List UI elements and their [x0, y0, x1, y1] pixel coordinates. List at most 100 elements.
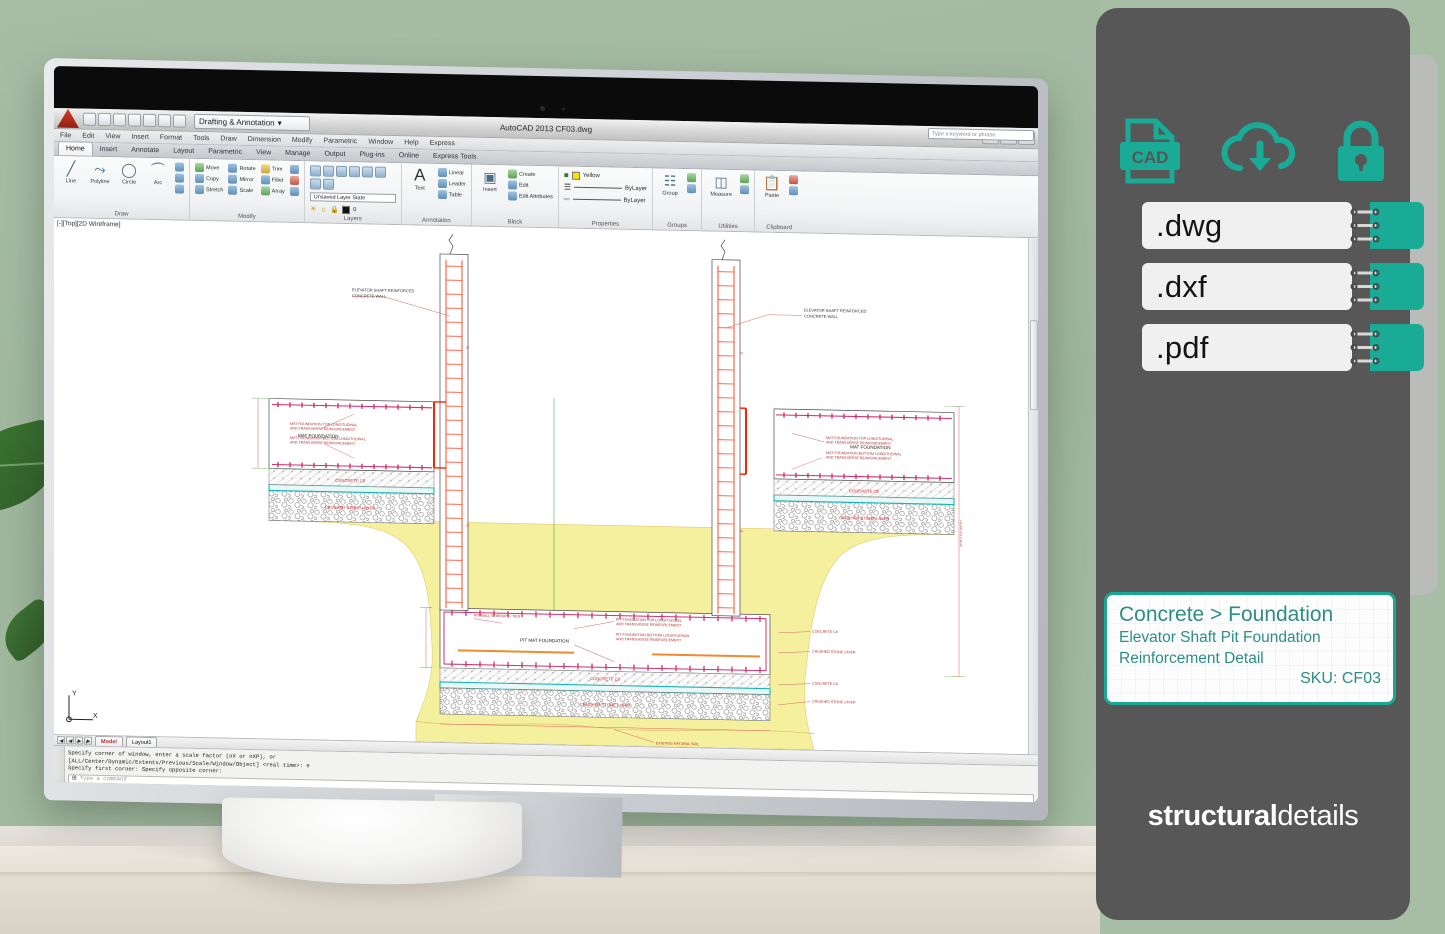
current-layer-row[interactable]: ☀ ☼ 🔒 0 [310, 204, 396, 215]
menu-file[interactable]: File [60, 132, 71, 139]
format-tag-dxf-plate[interactable]: .dxf [1142, 263, 1352, 310]
save-as-icon[interactable] [128, 113, 141, 127]
tab-insert[interactable]: Insert [93, 143, 125, 157]
menu-dimension[interactable]: Dimension [248, 135, 281, 143]
menu-insert[interactable]: Insert [131, 133, 149, 140]
block-edit-button[interactable]: Edit [507, 180, 553, 190]
modify-rotate-button[interactable]: Rotate [228, 163, 256, 174]
viewport-vertical-scrollbar[interactable] [1028, 238, 1038, 755]
layout-tab-layout1[interactable]: Layout1 [125, 736, 158, 748]
block-create-button[interactable]: Create [507, 169, 553, 179]
workspace-selector[interactable]: Drafting & Annotation ▾ [194, 113, 310, 131]
tab-output[interactable]: Output [317, 147, 352, 161]
menu-modify[interactable]: Modify [292, 136, 313, 143]
format-tag-dxf[interactable]: .dxf [1142, 263, 1445, 310]
property-linetype-row[interactable]: ☰ ByLayer [564, 183, 647, 194]
id-point-button[interactable] [740, 185, 750, 195]
annotation-text-button[interactable]: A Text [407, 165, 433, 192]
modify-fillet-button[interactable]: Fillet [260, 175, 285, 185]
tab-express-tools[interactable]: Express Tools [426, 150, 483, 164]
modify-extra-2[interactable] [289, 175, 299, 186]
chevron-down-icon[interactable]: ▾ [278, 118, 282, 127]
draw-circle-button[interactable]: ◯ Circle [117, 159, 141, 185]
format-tag-dwg[interactable]: .dwg [1142, 202, 1445, 249]
tab-online[interactable]: Online [392, 149, 426, 163]
menu-draw[interactable]: Draw [220, 135, 236, 142]
copy-clip-button[interactable] [789, 186, 799, 196]
annotation-leader-button[interactable]: Leader [437, 178, 466, 189]
plot-icon[interactable] [143, 113, 156, 127]
scrollbar-thumb[interactable] [1030, 320, 1038, 411]
layer-freeze-sun-icon[interactable]: ☼ [320, 204, 327, 213]
menu-tools[interactable]: Tools [193, 134, 209, 141]
layer-color-swatch[interactable] [342, 205, 351, 214]
tab-view[interactable]: View [249, 146, 278, 160]
format-tag-pdf[interactable]: .pdf [1142, 324, 1445, 371]
layer-previous-icon[interactable] [322, 178, 334, 190]
open-icon[interactable] [98, 112, 111, 126]
draw-arc-button[interactable]: ⏜ Arc [146, 160, 170, 186]
menu-format[interactable]: Format [160, 134, 182, 141]
block-insert-button[interactable]: ▣ Insert [477, 167, 503, 194]
draw-ellipse-button[interactable] [175, 184, 184, 194]
menu-window[interactable]: Window [368, 138, 393, 146]
menu-view[interactable]: View [105, 133, 120, 140]
layer-freeze-icon[interactable] [348, 166, 360, 178]
layout-nav-buttons[interactable]: ◀ ◀ ▶ ▶ [57, 736, 92, 745]
new-icon[interactable] [83, 112, 96, 126]
layer-unisolate-icon[interactable] [335, 165, 347, 178]
modify-array-button[interactable]: Array [260, 186, 285, 196]
redo-icon[interactable] [173, 113, 186, 128]
tab-manage[interactable]: Manage [278, 147, 317, 161]
quick-select-button[interactable] [740, 174, 750, 184]
next-tab-icon[interactable]: ▶ [75, 736, 83, 745]
property-color-row[interactable]: ■ Yellow [564, 171, 647, 182]
menu-edit[interactable]: Edit [82, 132, 94, 139]
modify-extra-3[interactable] [289, 186, 299, 197]
format-tag-dwg-plate[interactable]: .dwg [1142, 202, 1352, 249]
draw-line-button[interactable]: ╱ Line [59, 158, 83, 184]
drawing-viewport[interactable]: [-][Top][2D Wireframe] ELEVATOR SHAFT RE… [54, 218, 1038, 755]
ungroup-button[interactable] [687, 173, 697, 183]
save-icon[interactable] [113, 112, 126, 126]
measure-button[interactable]: ◫ Measure [707, 171, 735, 198]
layer-match-icon[interactable] [309, 178, 321, 190]
layer-state-combo[interactable]: Unsaved Layer State [309, 192, 396, 204]
prev-tab-icon[interactable]: ◀ [66, 736, 74, 745]
cut-button[interactable] [789, 175, 799, 185]
layer-isolate-icon[interactable] [322, 165, 334, 177]
tab-layout[interactable]: Layout [166, 144, 201, 158]
undo-icon[interactable] [158, 113, 171, 127]
block-edit-attributes-button[interactable]: Edit Attributes [507, 191, 553, 201]
layer-lock-icon[interactable] [374, 166, 386, 178]
modify-trim-button[interactable]: Trim [260, 164, 285, 174]
tab-plugins[interactable]: Plug-ins [352, 148, 391, 162]
modify-extra-1[interactable] [289, 164, 299, 175]
draw-hatch-button[interactable] [175, 162, 184, 172]
draw-polyline-button[interactable]: ⤳ Polyline [88, 159, 112, 185]
last-tab-icon[interactable]: ▶ [84, 736, 92, 745]
layer-lock-glyph-icon[interactable]: 🔒 [330, 205, 339, 213]
menu-express[interactable]: Express [430, 139, 455, 147]
layer-properties-icon[interactable] [309, 165, 321, 177]
quick-access-toolbar[interactable] [83, 112, 186, 128]
tab-home[interactable]: Home [58, 141, 93, 156]
menu-help[interactable]: Help [404, 139, 418, 146]
paste-button[interactable]: 📋 Paste [760, 173, 784, 199]
group-button[interactable]: ☷ Group [658, 170, 682, 197]
tab-parametric[interactable]: Parametric [201, 145, 249, 159]
modify-copy-button[interactable]: Copy [195, 173, 223, 184]
modify-stretch-button[interactable]: Stretch [195, 184, 223, 195]
layer-off-icon[interactable] [361, 166, 373, 178]
format-tag-pdf-plate[interactable]: .pdf [1142, 324, 1352, 371]
group-edit-button[interactable] [687, 184, 697, 194]
layout-tab-model[interactable]: Model [95, 735, 123, 747]
modify-scale-button[interactable]: Scale [228, 185, 255, 196]
first-tab-icon[interactable]: ◀ [57, 736, 65, 745]
modify-move-button[interactable]: Move [195, 162, 223, 173]
layers-icon-row[interactable] [309, 165, 396, 191]
menu-parametric[interactable]: Parametric [323, 137, 357, 145]
property-lineweight-row[interactable]: ═ ByLayer [564, 195, 647, 206]
annotation-table-button[interactable]: Table [437, 189, 466, 200]
tab-annotate[interactable]: Annotate [124, 143, 166, 157]
